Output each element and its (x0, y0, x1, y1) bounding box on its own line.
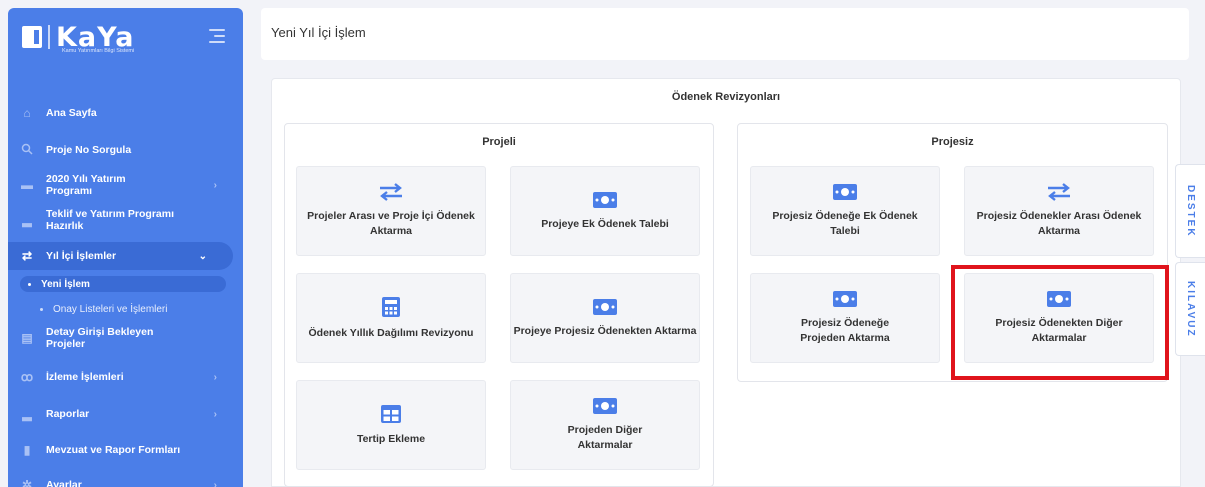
projesiz-title: Projesiz (931, 136, 974, 148)
tile-label: Ödenek Yıllık Dağılımı Revizyonu (308, 326, 474, 339)
brand-logo-icon (22, 26, 42, 48)
tile-projeler-arasi-aktarma[interactable]: Projeler Arası ve Proje İçi Ödenek Aktar… (296, 166, 486, 256)
tile-label: Projesiz Ödeneğe Projeden Aktarma (800, 317, 890, 344)
brand-divider (48, 25, 50, 49)
sidebar-item-izleme-islemleri[interactable]: ꝏ İzleme İşlemleri › (8, 366, 243, 388)
bullet-icon (40, 307, 43, 311)
tile-label: Projesiz Ödenekler Arası Ödenek Aktarma (976, 210, 1142, 237)
money-icon (832, 183, 858, 201)
tile-tertip-ekleme[interactable]: Tertip Ekleme (296, 380, 486, 470)
tile-projeden-diger-aktarmalar[interactable]: Projeden Diğer Aktarmalar (510, 380, 700, 470)
sidebar-subitem-onay-listeleri[interactable]: Onay Listeleri ve İşlemleri (20, 301, 167, 317)
sidebar-item-label: Ayarlar (46, 479, 82, 487)
tile-label: Projeye Ek Ödenek Talebi (541, 217, 669, 230)
transfer-icon: ⇄ (21, 249, 33, 263)
tile-projeye-projesiz-aktarma[interactable]: Projeye Projesiz Ödenekten Aktarma (510, 273, 700, 363)
sidebar-item-label: Raporlar (46, 408, 90, 420)
table-icon (380, 404, 402, 424)
tile-label: Projeden Diğer Aktarmalar (567, 424, 643, 451)
tile-label: Tertip Ekleme (356, 432, 426, 445)
highlight-box (951, 265, 1169, 380)
list-icon: ▤ (21, 331, 33, 345)
chevron-down-icon: ⌄ (198, 250, 207, 262)
sidebar-item-label: Detay Girişi Bekleyen Projeler (46, 326, 154, 350)
tile-label: Projesiz Ödeneğe Ek Ödenek Talebi (772, 210, 918, 237)
money-icon (592, 191, 618, 209)
sidebar-item-raporlar[interactable]: ▂ Raporlar › (8, 403, 243, 425)
transfer-icon (378, 183, 404, 201)
brand-subtitle: Kamu Yatırımları Bilgi Sistemi (62, 48, 135, 54)
calculator-icon (381, 296, 401, 318)
transfer-icon (1046, 183, 1072, 201)
chevron-right-icon: › (213, 179, 217, 191)
money-icon (592, 397, 618, 415)
tile-label: Projeler Arası ve Proje İçi Ödenek Aktar… (307, 210, 475, 237)
page-title: Yeni Yıl İçi İşlem (271, 25, 366, 40)
bullet-icon (28, 282, 31, 286)
tile-label: Projeye Projesiz Ödenekten Aktarma (513, 324, 697, 337)
tile-projesiz-projeden-aktarma[interactable]: Projesiz Ödeneğe Projeden Aktarma (750, 273, 940, 363)
money-icon (832, 290, 858, 308)
sidebar-item-label: Teklif ve Yatırım Programı Hazırlık (46, 208, 174, 232)
sidebar-item-mevzuat[interactable]: ▮ Mevzuat ve Rapor Formları (8, 439, 243, 461)
gear-icon: ✲ (21, 478, 33, 487)
folder-icon: ▬ (21, 178, 33, 192)
tile-projeye-ek-odenek[interactable]: Projeye Ek Ödenek Talebi (510, 166, 700, 256)
chevron-right-icon: › (213, 408, 217, 420)
destek-tab-label: DESTEK (1185, 184, 1196, 238)
sidebar-item-label: 2020 Yılı Yatırım Programı (46, 173, 126, 197)
tile-projesiz-ek-odenek[interactable]: Projesiz Ödeneğe Ek Ödenek Talebi (750, 166, 940, 256)
kilavuz-tab-label: KILAVUZ (1185, 280, 1196, 338)
home-icon: ⌂ (23, 106, 31, 120)
sidebar-item-label: İzleme İşlemleri (46, 371, 124, 383)
sidebar-item-label: Proje No Sorgula (46, 144, 132, 156)
chart-icon: ▂ (22, 213, 32, 227)
sidebar-subitem-label: Onay Listeleri ve İşlemleri (53, 303, 168, 315)
sidebar-item-ana-sayfa[interactable]: ⌂ Ana Sayfa (8, 102, 243, 124)
menu-toggle-icon[interactable] (209, 29, 225, 47)
tile-odenek-yillik-dagilimi[interactable]: Ödenek Yıllık Dağılımı Revizyonu (296, 273, 486, 363)
sidebar-item-proje-no-sorgula[interactable]: Proje No Sorgula (8, 139, 243, 161)
brand-name: KaYa (56, 21, 135, 53)
sidebar-subitem-yeni-islem[interactable]: Yeni İşlem (20, 276, 226, 292)
sidebar-item-label: Mevzuat ve Rapor Formları (46, 444, 181, 456)
chevron-right-icon: › (213, 479, 217, 487)
sidebar-item-ayarlar[interactable]: ✲ Ayarlar › (8, 474, 243, 487)
chevron-right-icon: › (213, 371, 217, 383)
sidebar-item-detay-girisi[interactable]: ▤ Detay Girişi Bekleyen Projeler (8, 324, 243, 352)
sidebar-item-label: Ana Sayfa (46, 107, 97, 119)
binoculars-icon: ꝏ (20, 370, 34, 384)
sidebar: KaYa Kamu Yatırımları Bilgi Sistemi ⌂ An… (8, 8, 243, 487)
projeli-title: Projeli (482, 136, 516, 148)
sidebar-item-yatirim-programi[interactable]: ▬ 2020 Yılı Yatırım Programı › (8, 171, 243, 199)
document-icon: ▮ (23, 443, 31, 457)
kilavuz-tab[interactable]: KILAVUZ (1175, 262, 1205, 356)
sidebar-subitem-label: Yeni İşlem (41, 278, 90, 290)
money-icon (592, 298, 618, 316)
chart-icon: ▂ (22, 407, 32, 421)
revisions-title: Ödenek Revizyonları (671, 91, 781, 103)
tile-projesiz-odenekler-arasi[interactable]: Projesiz Ödenekler Arası Ödenek Aktarma (964, 166, 1154, 256)
destek-tab[interactable]: DESTEK (1175, 164, 1205, 258)
brand[interactable]: KaYa Kamu Yatırımları Bilgi Sistemi (8, 8, 243, 66)
page-header: Yeni Yıl İçi İşlem (261, 8, 1189, 60)
sidebar-item-teklif[interactable]: ▂ Teklif ve Yatırım Programı Hazırlık (8, 206, 243, 234)
search-icon (20, 143, 34, 158)
sidebar-item-yil-ici-islemler[interactable]: ⇄ Yıl İçi İşlemler ⌄ (8, 242, 233, 270)
sidebar-item-label: Yıl İçi İşlemler (46, 250, 117, 262)
